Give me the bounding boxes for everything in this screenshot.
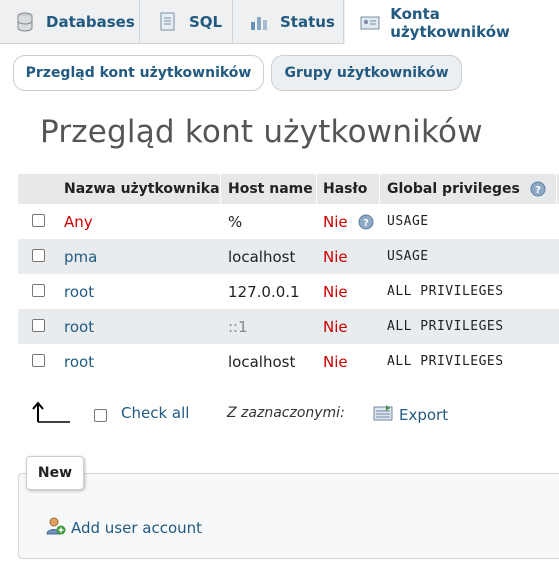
with-selected-label: Z zaznaczonymi:: [227, 405, 345, 421]
subtab-user-overview[interactable]: Przegląd kont użytkowników: [13, 55, 264, 91]
host-cell: localhost: [228, 247, 296, 266]
top-tab-bar: Databases SQL Status Konta użytkowników: [0, 0, 559, 45]
svg-text:?: ?: [535, 185, 541, 196]
privileges-cell: ALL PRIVILEGES: [387, 354, 504, 369]
username-cell[interactable]: root: [64, 274, 94, 309]
password-cell: Nie: [323, 317, 348, 336]
host-cell: %: [228, 212, 243, 231]
username-cell[interactable]: root: [64, 344, 94, 379]
table-row: root 127.0.0.1 Nie ALL PRIVILEGES: [18, 274, 559, 309]
privileges-cell: ALL PRIVILEGES: [387, 319, 504, 334]
password-help-icon[interactable]: ?: [358, 214, 374, 234]
username-cell[interactable]: Any: [64, 204, 93, 239]
new-section-legend: New: [26, 456, 84, 490]
sql-icon: [157, 11, 179, 33]
password-cell: Nie: [323, 247, 348, 266]
add-user-icon: [45, 516, 67, 540]
tab-status-label: Status: [280, 12, 335, 31]
privileges-help-icon[interactable]: ?: [530, 181, 546, 201]
username-cell[interactable]: pma: [64, 239, 97, 274]
subtab-user-groups-label: Grupy użytkowników: [284, 65, 449, 81]
row-checkbox[interactable]: [32, 249, 45, 262]
privileges-cell: USAGE: [387, 214, 429, 229]
table-row: pma localhost Nie USAGE: [18, 239, 559, 274]
subtab-user-overview-label: Przegląd kont użytkowników: [25, 65, 252, 81]
check-all-checkbox[interactable]: [94, 409, 107, 422]
password-cell: Nie: [323, 352, 348, 371]
tab-databases[interactable]: Databases: [0, 0, 140, 43]
tab-user-accounts[interactable]: Konta użytkowników: [345, 0, 559, 45]
col-header-username[interactable]: Nazwa użytkownika: [64, 174, 220, 204]
table-header: Nazwa użytkownika Host name Hasło Global…: [18, 174, 559, 205]
password-cell: Nie: [323, 282, 348, 301]
export-icon: [373, 404, 393, 426]
col-header-password[interactable]: Hasło: [323, 174, 367, 204]
status-chart-icon: [248, 11, 270, 33]
add-user-account-link[interactable]: Add user account: [45, 516, 202, 540]
database-icon: [14, 11, 36, 33]
password-cell: Nie: [323, 212, 348, 231]
row-checkbox[interactable]: [32, 284, 45, 297]
svg-text:?: ?: [363, 218, 369, 229]
row-checkbox[interactable]: [32, 354, 45, 367]
tab-status[interactable]: Status: [234, 0, 344, 43]
select-arrow-icon: [32, 400, 72, 428]
export-label: Export: [399, 406, 449, 424]
user-accounts-icon: [359, 12, 380, 34]
host-cell: ::1: [228, 317, 248, 336]
row-checkbox[interactable]: [32, 214, 45, 227]
subtab-user-groups[interactable]: Grupy użytkowników: [271, 55, 462, 91]
check-all-label[interactable]: Check all: [121, 404, 189, 422]
tab-user-accounts-label: Konta użytkowników: [390, 4, 510, 41]
table-row: root ::1 Nie ALL PRIVILEGES: [18, 309, 559, 344]
username-cell[interactable]: root: [64, 309, 94, 344]
host-cell: localhost: [228, 352, 296, 371]
col-header-global-privileges[interactable]: Global privileges: [387, 174, 520, 204]
add-user-account-label: Add user account: [71, 519, 203, 537]
table-row: Any % Nie ? USAGE: [18, 204, 559, 239]
export-button[interactable]: Export: [373, 404, 448, 426]
tab-sql-label: SQL: [189, 12, 223, 31]
tab-sql[interactable]: SQL: [141, 0, 233, 43]
table-row: root localhost Nie ALL PRIVILEGES: [18, 344, 559, 379]
tab-databases-label: Databases: [46, 12, 135, 31]
col-header-host[interactable]: Host name: [228, 174, 313, 204]
page-title: Przegląd kont użytkowników: [40, 114, 483, 150]
privileges-cell: ALL PRIVILEGES: [387, 284, 504, 299]
privileges-cell: USAGE: [387, 249, 429, 264]
host-cell: 127.0.0.1: [228, 282, 300, 301]
row-checkbox[interactable]: [32, 319, 45, 332]
